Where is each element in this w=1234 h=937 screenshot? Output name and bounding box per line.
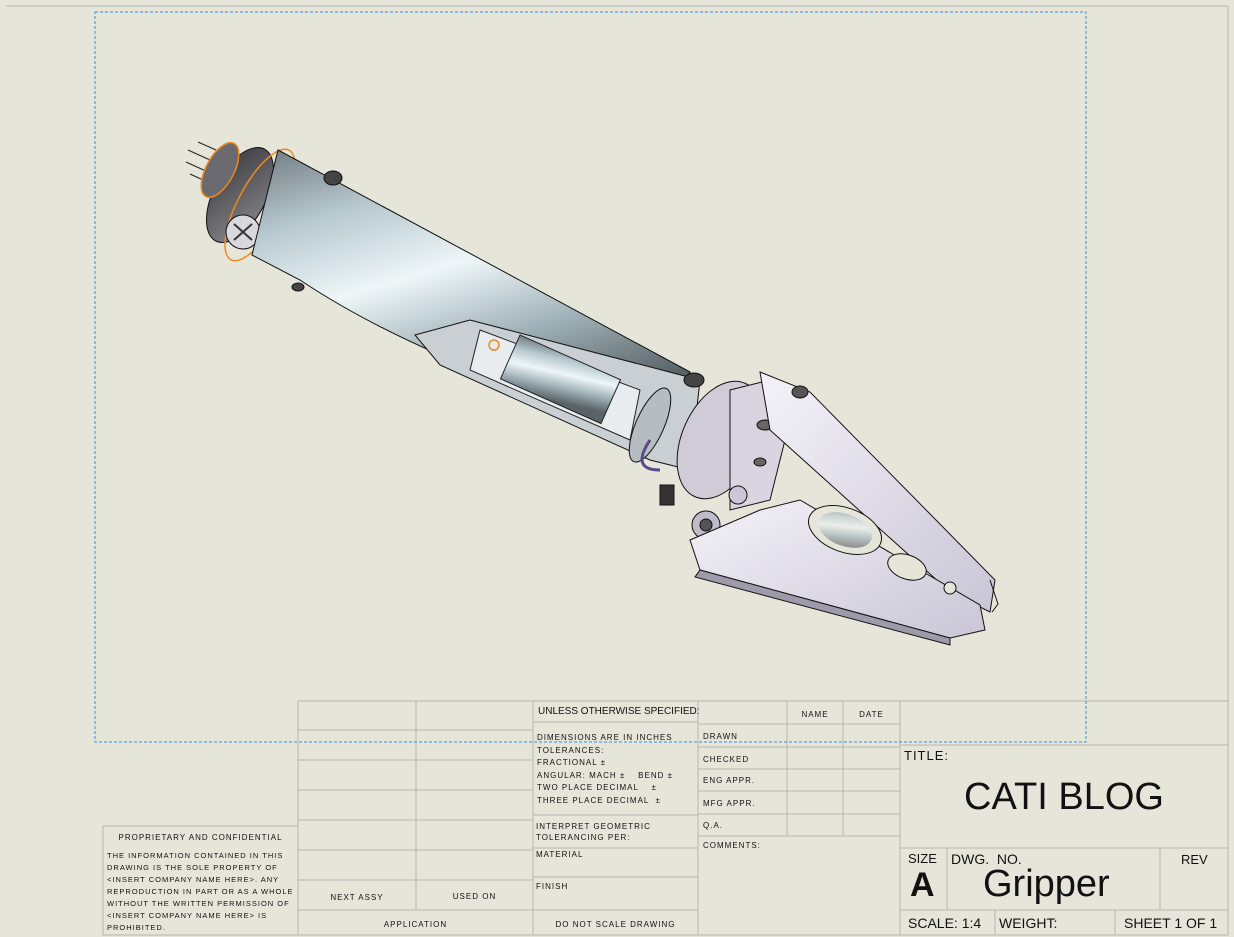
size-label: SIZE <box>908 851 937 866</box>
proprietary-line: DRAWING IS THE SOLE PROPERTY OF <box>107 863 278 872</box>
interpret-line-2: TOLERANCING PER: <box>536 833 631 842</box>
finish-label: FINISH <box>536 882 569 891</box>
qa-label: Q.A. <box>703 821 724 830</box>
checked-label: CHECKED <box>703 755 750 764</box>
tolerance-header: UNLESS OTHERWISE SPECIFIED: <box>538 706 700 717</box>
sheet-size: A <box>910 866 935 904</box>
tolerance-notes: DIMENSIONS ARE IN INCHES TOLERANCES: FRA… <box>537 732 673 807</box>
date-header: DATE <box>859 710 884 719</box>
proprietary-line: REPRODUCTION IN PART OR AS A WHOLE <box>107 887 294 896</box>
proprietary-line: <INSERT COMPANY NAME HERE> IS <box>107 911 268 920</box>
dimensions-unit: DIMENSIONS ARE IN INCHES <box>537 733 673 742</box>
fractional-tolerance: FRACTIONAL ± <box>537 758 606 767</box>
application-label: APPLICATION <box>383 920 448 929</box>
proprietary-line: THE INFORMATION CONTAINED IN THIS <box>107 851 284 860</box>
mfg-appr-label: MFG APPR. <box>703 799 756 808</box>
proprietary-notice: THE INFORMATION CONTAINED IN THIS DRAWIN… <box>107 850 294 934</box>
next-assy-label: NEXT ASSY <box>330 893 384 902</box>
cutaway-section <box>414 319 705 506</box>
interpret-line-1: INTERPRET GEOMETRIC <box>536 822 651 831</box>
drawing-sheet: NEXT ASSY USED ON APPLICATION UNLESS OTH… <box>0 0 1234 937</box>
comments-label: COMMENTS: <box>703 841 761 850</box>
title-label: TITLE: <box>904 748 950 763</box>
proprietary-line: <INSERT COMPANY NAME HERE>. ANY <box>107 875 280 884</box>
tolerances-label: TOLERANCES: <box>537 745 605 755</box>
three-place-tolerance: THREE PLACE DECIMAL ± <box>537 795 661 805</box>
weight-label: WEIGHT: <box>999 915 1058 931</box>
angular-tolerance: ANGULAR: MACH ± BEND ± <box>537 770 674 780</box>
do-not-scale-label: DO NOT SCALE DRAWING <box>555 920 676 929</box>
two-place-tolerance: TWO PLACE DECIMAL ± <box>537 783 657 792</box>
name-header: NAME <box>801 710 829 719</box>
rev-label: REV <box>1181 852 1208 867</box>
proprietary-heading: PROPRIETARY AND CONFIDENTIAL <box>118 833 283 842</box>
proprietary-line: PROHIBITED. <box>107 923 166 932</box>
scale-value: SCALE: 1:4 <box>908 915 982 931</box>
drawing-title: CATI BLOG <box>964 776 1164 818</box>
eng-appr-label: ENG APPR. <box>703 776 756 785</box>
material-label: MATERIAL <box>536 850 584 859</box>
drawing-number: Gripper <box>983 863 1110 905</box>
proprietary-line: WITHOUT THE WRITTEN PERMISSION OF <box>107 899 290 908</box>
geometric-tolerancing: INTERPRET GEOMETRIC TOLERANCING PER: <box>536 821 651 843</box>
used-on-label: USED ON <box>452 892 497 901</box>
drawn-label: DRAWN <box>703 732 738 741</box>
sheet-number: SHEET 1 OF 1 <box>1124 915 1218 931</box>
mount-screw <box>323 170 343 186</box>
